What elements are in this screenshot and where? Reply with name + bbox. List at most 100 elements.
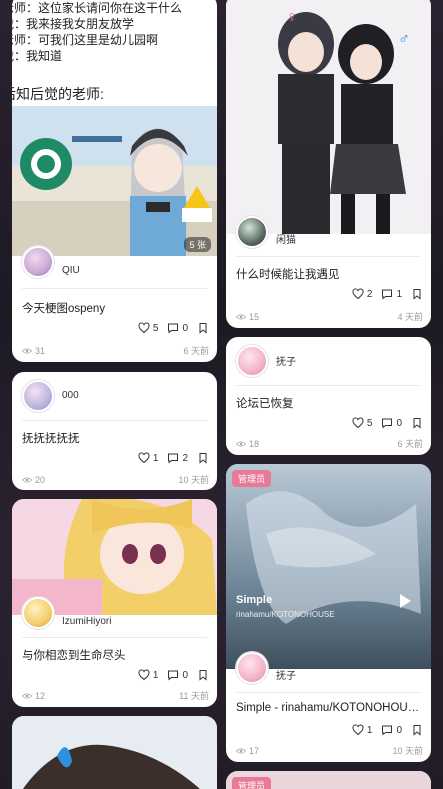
post-author[interactable]: 000 bbox=[22, 380, 79, 412]
view-count-value: 17 bbox=[249, 745, 260, 756]
comment-count: 0 bbox=[396, 724, 402, 736]
post-image[interactable] bbox=[12, 716, 217, 789]
post-author[interactable]: QIU bbox=[22, 246, 80, 278]
post-card-text[interactable]: 000 抚抚抚抚抚 1 2 20 10 天前 bbox=[12, 372, 217, 490]
view-count: 15 bbox=[236, 310, 259, 323]
comment-count: 0 bbox=[182, 669, 188, 681]
bookmark-button[interactable] bbox=[197, 669, 209, 681]
post-title[interactable]: 什么时候能让我遇见 bbox=[236, 266, 423, 282]
bookmark-button[interactable] bbox=[411, 288, 423, 300]
heart-icon bbox=[352, 724, 364, 736]
heart-icon bbox=[352, 417, 364, 429]
post-title[interactable]: 今天梗图ospeny bbox=[22, 300, 209, 316]
author-name[interactable]: IzumiHiyori bbox=[62, 616, 111, 627]
comment-button[interactable]: 0 bbox=[167, 669, 188, 681]
post-card-partial[interactable]: 管理员 bbox=[226, 771, 431, 789]
post-meta: 17 10 天前 bbox=[236, 744, 423, 757]
post-card-music[interactable]: 管理员 Simple rinahamu/KOTONOHOUSE 抚子 Simpl… bbox=[226, 464, 431, 762]
post-time: 6 天前 bbox=[397, 439, 423, 449]
like-button[interactable]: 1 bbox=[352, 724, 372, 736]
like-button[interactable]: 1 bbox=[138, 452, 159, 464]
post-meta: 20 10 天前 bbox=[22, 473, 209, 486]
eye-icon bbox=[236, 748, 246, 753]
avatar[interactable] bbox=[22, 597, 54, 629]
post-author[interactable]: 闲猫 bbox=[236, 216, 296, 248]
avatar[interactable] bbox=[236, 652, 268, 684]
comment-count: 1 bbox=[396, 288, 402, 300]
view-count-value: 15 bbox=[249, 311, 260, 322]
like-count: 1 bbox=[152, 452, 159, 464]
avatar[interactable] bbox=[236, 216, 268, 248]
post-image[interactable]: 5 张 bbox=[12, 106, 217, 256]
play-icon[interactable] bbox=[400, 594, 411, 608]
post-author[interactable]: 抚子 bbox=[236, 345, 296, 377]
view-count: 17 bbox=[236, 744, 259, 757]
comment-button[interactable]: 1 bbox=[381, 288, 402, 300]
post-illustration bbox=[12, 716, 217, 789]
post-text-line: 老师：可我们这里是幼儿园啊 bbox=[12, 33, 159, 47]
comment-button[interactable]: 2 bbox=[167, 452, 188, 464]
author-name[interactable]: 抚子 bbox=[276, 353, 296, 368]
post-author[interactable]: IzumiHiyori bbox=[22, 597, 111, 629]
post-card-image[interactable]: IzumiHiyori 与你相恋到生命尽头 1 0 12 11 天前 bbox=[12, 499, 217, 707]
music-cover[interactable]: 管理员 Simple rinahamu/KOTONOHOUSE bbox=[226, 464, 431, 669]
post-card-text[interactable]: 抚子 论坛已恢复 5 0 18 6 天前 bbox=[226, 337, 431, 455]
post-author[interactable]: 抚子 bbox=[236, 652, 296, 684]
author-name[interactable]: QIU bbox=[62, 265, 80, 276]
bookmark-button[interactable] bbox=[411, 724, 423, 736]
post-title[interactable]: 抚抚抚抚抚 bbox=[22, 430, 209, 446]
image-count-badge: 5 张 bbox=[184, 237, 211, 252]
view-count-value: 12 bbox=[35, 690, 46, 701]
admin-tag: 管理员 bbox=[232, 470, 272, 487]
author-name[interactable]: 000 bbox=[62, 390, 79, 401]
post-time: 11 天前 bbox=[179, 691, 209, 701]
bookmark-icon bbox=[413, 289, 421, 300]
bookmark-icon bbox=[413, 725, 421, 736]
post-card-partial[interactable] bbox=[12, 716, 217, 789]
view-count-value: 31 bbox=[35, 345, 46, 356]
post-actions: 2 1 bbox=[352, 288, 423, 300]
post-image[interactable]: ♀ ♂ bbox=[226, 0, 431, 234]
comment-button[interactable]: 0 bbox=[381, 417, 402, 429]
author-name[interactable]: 抚子 bbox=[276, 667, 296, 682]
bookmark-button[interactable] bbox=[411, 417, 423, 429]
like-button[interactable]: 2 bbox=[352, 288, 372, 300]
post-title[interactable]: Simple - rinahamu/KOTONOHOUSE bbox=[236, 702, 423, 714]
eye-icon bbox=[22, 477, 32, 482]
eye-icon bbox=[22, 348, 32, 353]
post-title[interactable]: 与你相恋到生命尽头 bbox=[22, 647, 209, 663]
post-title[interactable]: 论坛已恢复 bbox=[236, 395, 423, 411]
like-button[interactable]: 5 bbox=[352, 417, 372, 429]
post-meta: 31 6 天前 bbox=[22, 344, 209, 357]
post-image[interactable]: 管理员 bbox=[226, 771, 431, 789]
author-name[interactable]: 闲猫 bbox=[276, 231, 296, 246]
bookmark-button[interactable] bbox=[197, 322, 209, 334]
comment-button[interactable]: 0 bbox=[167, 322, 188, 334]
avatar[interactable] bbox=[22, 246, 54, 278]
heart-icon bbox=[138, 452, 150, 464]
svg-text:♀: ♀ bbox=[286, 9, 298, 26]
post-actions: 5 0 bbox=[352, 417, 423, 429]
post-time: 6 天前 bbox=[183, 346, 209, 356]
post-time: 10 天前 bbox=[178, 475, 209, 485]
heart-icon bbox=[138, 322, 150, 334]
post-actions: 5 0 bbox=[138, 322, 209, 334]
svg-text:♂: ♂ bbox=[398, 31, 410, 48]
post-text-block: 老师：这位家长请问你在这干什么 我：我来接我女朋友放学 老师：可我们这里是幼儿园… bbox=[12, 0, 182, 102]
avatar[interactable] bbox=[22, 380, 54, 412]
eye-icon bbox=[236, 314, 246, 319]
bookmark-button[interactable] bbox=[197, 452, 209, 464]
post-text-line: 老师：这位家长请问你在这干什么 bbox=[12, 1, 183, 15]
divider bbox=[22, 288, 207, 289]
post-card-couple[interactable]: ♀ ♂ 闲猫 什么时候能让我遇见 2 1 15 4 天前 bbox=[226, 0, 431, 328]
like-button[interactable]: 5 bbox=[138, 322, 158, 334]
post-time: 4 天前 bbox=[397, 312, 423, 322]
view-count: 18 bbox=[236, 437, 259, 450]
avatar[interactable] bbox=[236, 345, 268, 377]
like-button[interactable]: 1 bbox=[138, 669, 158, 681]
post-actions: 1 2 bbox=[138, 452, 209, 464]
comment-button[interactable]: 0 bbox=[381, 724, 402, 736]
music-artist: rinahamu/KOTONOHOUSE bbox=[236, 610, 335, 619]
bookmark-icon bbox=[199, 453, 207, 464]
post-card-meme[interactable]: 老师：这位家长请问你在这干什么 我：我来接我女朋友放学 老师：可我们这里是幼儿园… bbox=[12, 0, 217, 362]
